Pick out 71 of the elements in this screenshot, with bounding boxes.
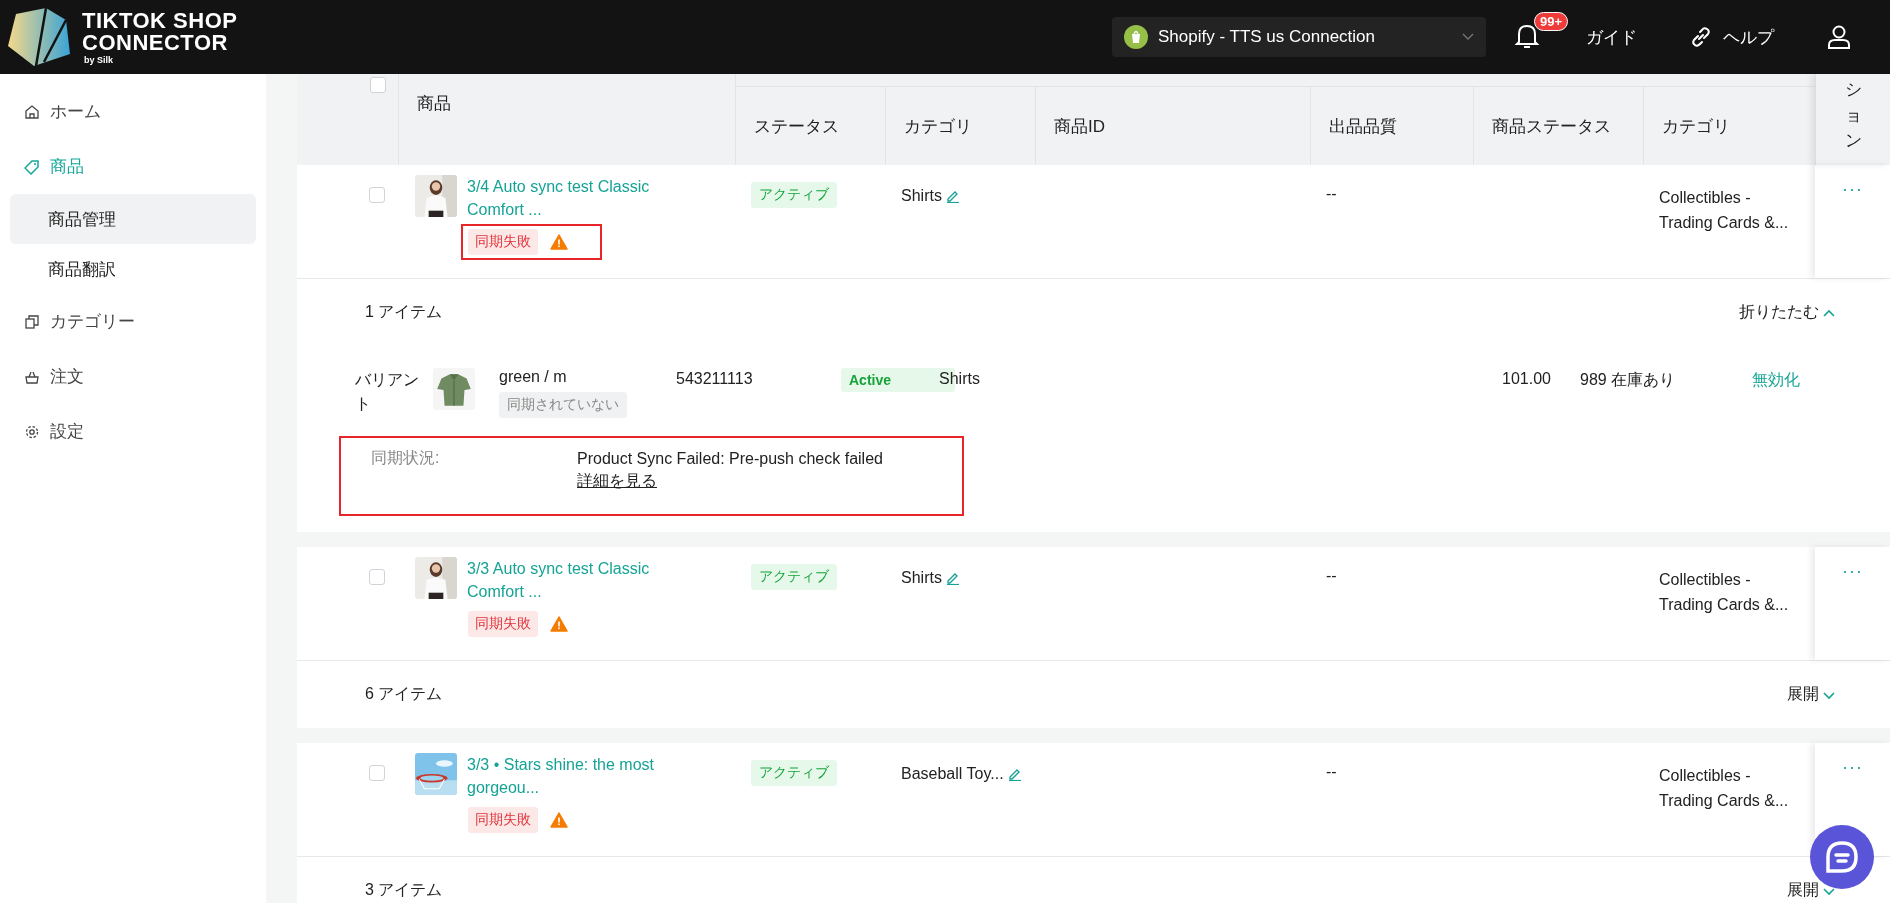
table-cell: -- xyxy=(1326,567,1337,584)
stock: 989 在庫あり xyxy=(1580,370,1677,390)
notification-badge: 99+ xyxy=(1534,12,1569,31)
chevron-down-icon xyxy=(1462,33,1474,41)
not-synced-tag: 同期されていない xyxy=(499,392,627,418)
sync-status-label: 同期状況: xyxy=(371,448,441,468)
user-icon[interactable] xyxy=(1826,24,1852,50)
home-icon xyxy=(24,103,40,120)
bell-icon[interactable] xyxy=(1514,22,1540,50)
sync-failed-tag: 同期失敗 xyxy=(468,229,538,255)
status-tag: アクティブ xyxy=(751,182,837,208)
sync-status-message: Product Sync Failed: Pre-push check failed xyxy=(577,449,883,469)
copy-icon xyxy=(24,313,40,330)
table-cell-text: Collectibles - Trading Cards &... xyxy=(1659,570,1790,615)
status-tag: アクティブ xyxy=(751,564,837,590)
column-header: 商品ID xyxy=(1054,115,1105,138)
column-header: カテゴリ xyxy=(904,115,972,138)
guide-link[interactable]: ガイド xyxy=(1586,25,1637,49)
category-text: Shirts xyxy=(901,569,942,586)
checkbox[interactable] xyxy=(369,187,385,203)
tag-icon xyxy=(24,158,40,175)
column-header: 商品 xyxy=(417,94,451,113)
edit-icon[interactable] xyxy=(1007,767,1022,781)
logo-text: TIKTOK SHOP CONNECTOR by Silk xyxy=(82,9,238,65)
variant-label: バリアント xyxy=(355,370,420,414)
sync-failed-tag: 同期失敗 xyxy=(468,611,538,637)
status-tag: アクティブ xyxy=(751,760,837,786)
column-header: ステータス xyxy=(754,115,839,138)
column-header: ション xyxy=(1844,79,1862,152)
checkbox[interactable] xyxy=(369,765,385,781)
variant-id: 543211113 xyxy=(676,369,754,388)
price: 101.00 xyxy=(1502,369,1552,388)
category-text: Baseball Toy... xyxy=(901,765,1004,782)
link-icon xyxy=(1689,25,1713,49)
sidebar-subitem[interactable]: 商品管理 xyxy=(10,194,256,244)
item-count: 3 アイテム xyxy=(365,880,443,900)
sidebar-item[interactable]: 注文 xyxy=(0,349,266,404)
details-link[interactable]: 詳細を見る xyxy=(577,470,657,492)
store-name: Shopify - TTS us Connection xyxy=(1158,27,1376,47)
shopify-bag-icon xyxy=(1124,25,1148,49)
sidebar-item[interactable]: ホーム xyxy=(0,84,266,139)
table-cell-text: Shirts xyxy=(939,369,981,388)
table-cell-text: Collectibles - Trading Cards &... xyxy=(1659,188,1790,233)
sidebar-item[interactable]: 設定 xyxy=(0,404,266,459)
chat-icon xyxy=(1825,840,1859,874)
chevron-up-icon xyxy=(1822,307,1836,318)
expand-toggle[interactable]: 折りたたむ xyxy=(1739,302,1836,323)
checkbox[interactable] xyxy=(370,77,386,93)
table-cell: -- xyxy=(1326,763,1337,780)
item-count: 1 アイテム xyxy=(365,302,443,322)
chevron-down-icon xyxy=(1822,885,1836,896)
column-header: 出品品質 xyxy=(1329,115,1397,138)
store-select[interactable]: Shopify - TTS us Connection xyxy=(1112,17,1486,57)
edit-icon[interactable] xyxy=(945,189,960,203)
expand-toggle[interactable]: 展開 xyxy=(1787,684,1836,705)
item-count: 6 アイテム xyxy=(365,684,443,704)
chevron-down-icon xyxy=(1822,689,1836,700)
expand-toggle[interactable]: 展開 xyxy=(1787,880,1836,901)
settings-icon xyxy=(24,423,40,440)
category-text: Shirts xyxy=(901,187,942,204)
table-cell: -- xyxy=(1326,185,1337,202)
table-cell-text: Collectibles - Trading Cards &... xyxy=(1659,766,1790,811)
sync-failed-tag: 同期失敗 xyxy=(468,807,538,833)
checkbox[interactable] xyxy=(369,569,385,585)
edit-icon[interactable] xyxy=(945,571,960,585)
column-header: 商品ステータス xyxy=(1492,115,1611,138)
variant-name: green / m xyxy=(499,368,568,386)
column-header: カテゴリ xyxy=(1662,115,1730,138)
sidebar-subitem[interactable]: 商品翻訳 xyxy=(10,244,256,294)
help-link[interactable]: ヘルプ xyxy=(1723,25,1774,49)
sidebar-item[interactable]: カテゴリー xyxy=(0,294,266,349)
